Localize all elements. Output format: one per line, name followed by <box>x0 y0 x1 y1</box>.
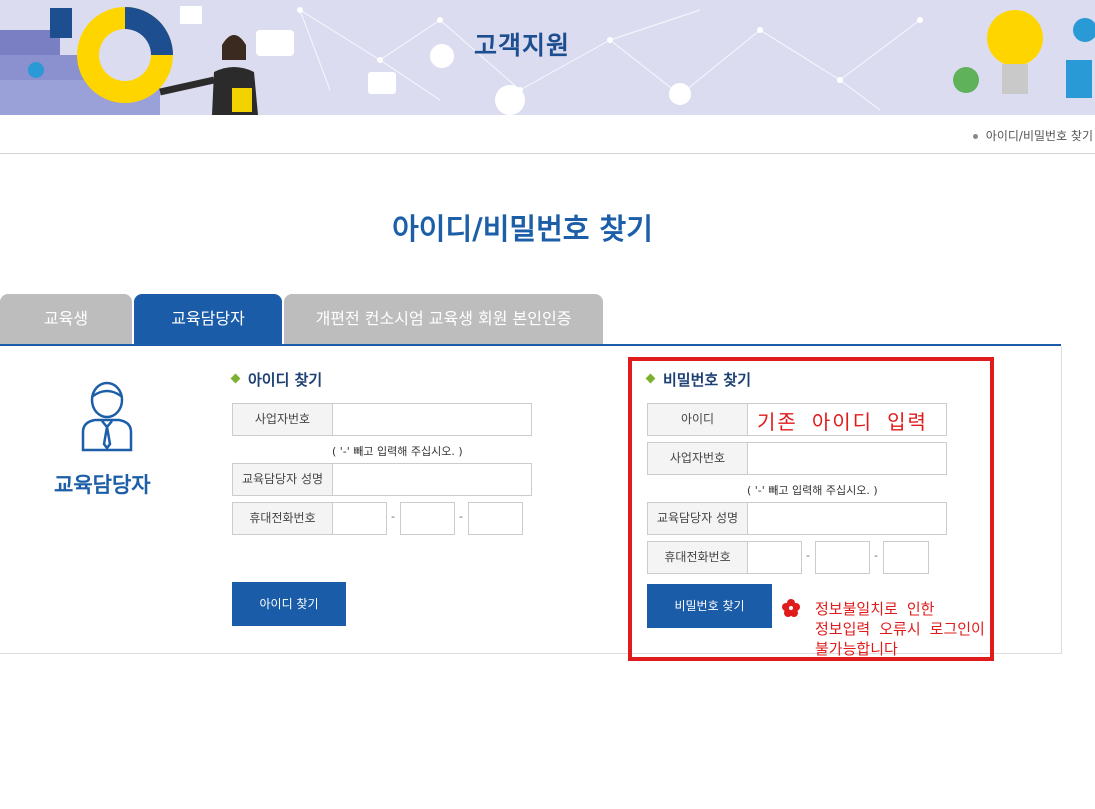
page: 고객지원 아이디/비밀번호 찾기 아이디/비밀번호 찾기 교육생 교육담당자 개… <box>0 0 1095 809</box>
breadcrumb: 아이디/비밀번호 찾기 <box>972 127 1093 144</box>
find-id-title: 아이디 찾기 <box>230 369 323 390</box>
dash: - <box>459 510 463 523</box>
warning-annotation: 정보불일치로 인한 정보입력 오류시 로그인이 불가능합니다 <box>815 599 985 659</box>
breadcrumb-bar: 아이디/비밀번호 찾기 <box>0 115 1095 154</box>
phone-input-1[interactable] <box>332 502 387 535</box>
business-no-label: 사업자번호 <box>232 403 333 436</box>
warning-line-1: 정보불일치로 인한 <box>815 600 935 618</box>
id-input-annotation: 기존 아이디 입력 <box>757 410 928 434</box>
phone-label: 휴대전화번호 <box>232 502 333 535</box>
find-id-button[interactable]: 아이디 찾기 <box>232 582 346 626</box>
tab-consortium-verification[interactable]: 개편전 컨소시엄 교육생 회원 본인인증 <box>284 294 603 344</box>
person-icon <box>81 381 133 452</box>
business-no-hint: ( '-' 빼고 입력해 주십시오. ) <box>332 445 463 458</box>
warning-line-3: 불가능합니다 <box>815 640 898 658</box>
business-no-input[interactable] <box>332 403 532 436</box>
tab-student[interactable]: 교육생 <box>0 294 132 344</box>
bullet-icon <box>972 134 978 139</box>
phone-input-3[interactable] <box>468 502 523 535</box>
breadcrumb-current[interactable]: 아이디/비밀번호 찾기 <box>986 129 1093 143</box>
side-label: 교육담당자 <box>54 473 151 497</box>
find-id-title-text: 아이디 찾기 <box>248 371 323 389</box>
flower-icon <box>782 599 800 617</box>
page-title: 아이디/비밀번호 찾기 <box>392 212 653 246</box>
banner-title: 고객지원 <box>474 31 571 60</box>
warning-line-2: 정보입력 오류시 로그인이 <box>815 620 985 638</box>
diamond-bullet-icon <box>230 373 241 384</box>
phone-input-2[interactable] <box>400 502 455 535</box>
manager-name-input[interactable] <box>332 463 532 496</box>
dash: - <box>391 510 395 523</box>
header-banner: 고객지원 <box>0 0 1095 115</box>
tab-training-manager[interactable]: 교육담당자 <box>134 294 282 344</box>
manager-name-label: 교육담당자 성명 <box>232 463 333 496</box>
